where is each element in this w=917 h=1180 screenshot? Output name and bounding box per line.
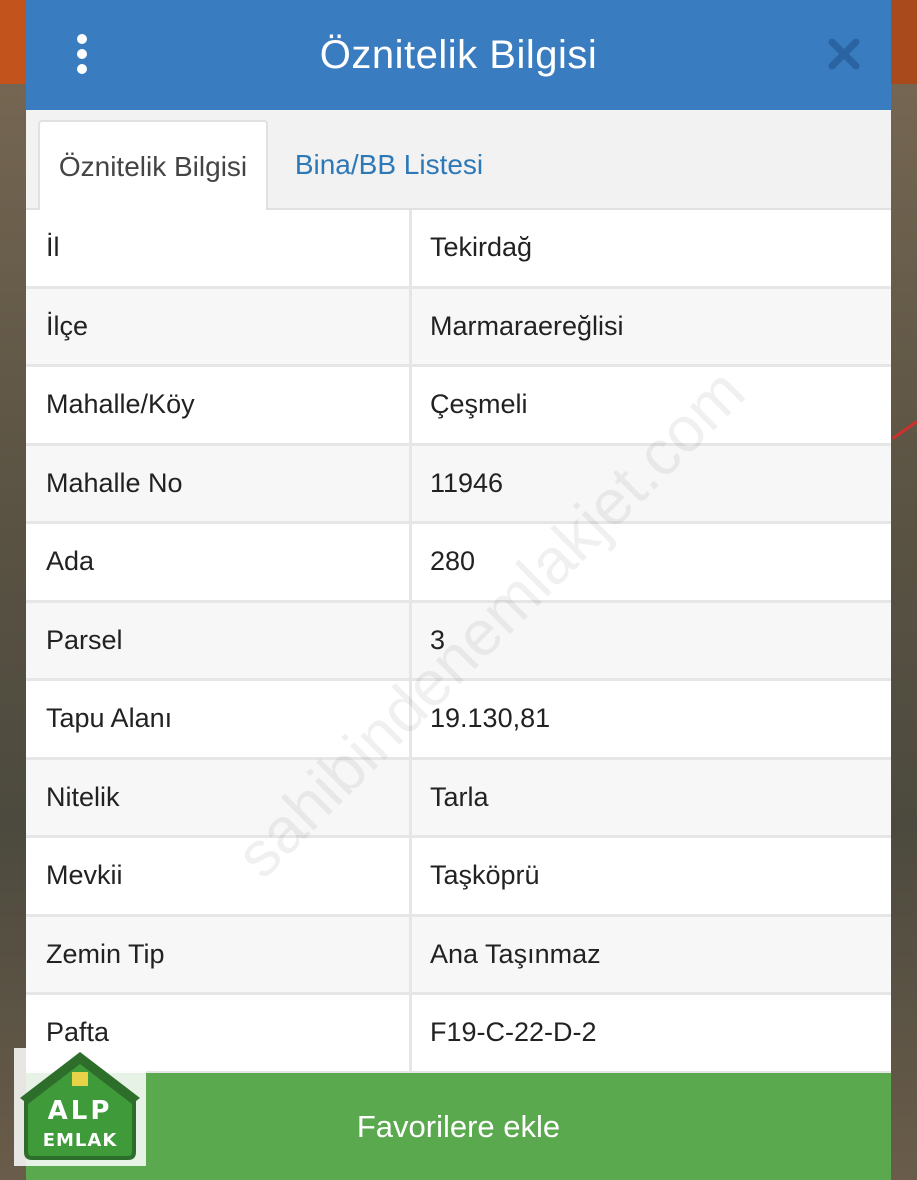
row-value: F19-C-22-D-2 — [430, 1017, 597, 1048]
tab-building-list[interactable]: Bina/BB Listesi — [274, 120, 504, 210]
table-row: Mahalle No 11946 — [26, 445, 891, 524]
table-row: Nitelik Tarla — [26, 759, 891, 838]
dialog-title: Öznitelik Bilgisi — [319, 32, 598, 77]
tab-attribute-info[interactable]: Öznitelik Bilgisi — [38, 120, 268, 212]
map-background-right-strip — [891, 0, 917, 84]
logo-line1: ALP — [47, 1096, 113, 1126]
table-row: Mahalle/Köy Çeşmeli — [26, 367, 891, 446]
menu-dot — [77, 34, 87, 44]
table-row: Zemin Tip Ana Taşınmaz — [26, 916, 891, 995]
row-label: Ada — [26, 524, 412, 600]
menu-dot — [77, 49, 87, 59]
add-to-favorites-button[interactable]: Favorilere ekle — [26, 1073, 891, 1180]
map-background-left-strip — [0, 0, 26, 84]
row-label: İlçe — [26, 288, 412, 364]
tab-bar: Öznitelik Bilgisi Bina/BB Listesi — [26, 110, 891, 212]
attribute-table: İl Tekirdağ İlçe Marmaraereğlisi Mahalle… — [26, 210, 891, 1074]
row-label: Mahalle No — [26, 445, 412, 521]
row-value: Taşköprü — [430, 860, 540, 891]
row-label: Nitelik — [26, 759, 412, 835]
table-row: Tapu Alanı 19.130,81 — [26, 681, 891, 760]
row-label: Parsel — [26, 602, 412, 678]
more-vertical-icon[interactable] — [72, 34, 92, 74]
row-value: Tekirdağ — [430, 232, 533, 263]
row-value: Çeşmeli — [430, 389, 528, 420]
menu-dot — [77, 64, 87, 74]
table-row: İlçe Marmaraereğlisi — [26, 288, 891, 367]
table-row: İl Tekirdağ — [26, 210, 891, 289]
row-value: Marmaraereğlisi — [430, 310, 624, 341]
dialog-header: Öznitelik Bilgisi — [26, 0, 891, 110]
logo-line2: EMLAK — [42, 1130, 118, 1151]
table-row: Ada 280 — [26, 524, 891, 603]
table-row: Pafta F19-C-22-D-2 — [26, 995, 891, 1074]
close-icon[interactable] — [826, 36, 862, 72]
row-value: Tarla — [430, 781, 489, 812]
row-value: 3 — [430, 624, 446, 655]
row-label: Tapu Alanı — [26, 681, 412, 757]
row-value: 19.130,81 — [430, 703, 551, 734]
row-label: Mahalle/Köy — [26, 367, 412, 443]
attribute-info-dialog: Öznitelik Bilgisi Öznitelik Bilgisi Bina… — [26, 0, 891, 1180]
table-row: Mevkii Taşköprü — [26, 838, 891, 917]
row-label: Mevkii — [26, 838, 412, 914]
row-label: İl — [26, 210, 412, 286]
table-row: Parsel 3 — [26, 602, 891, 681]
row-value: Ana Taşınmaz — [430, 938, 601, 969]
row-value: 11946 — [430, 467, 504, 498]
row-value: 280 — [430, 546, 476, 577]
alp-emlak-logo: ALP EMLAK — [14, 1048, 146, 1166]
row-label: Zemin Tip — [26, 916, 412, 992]
